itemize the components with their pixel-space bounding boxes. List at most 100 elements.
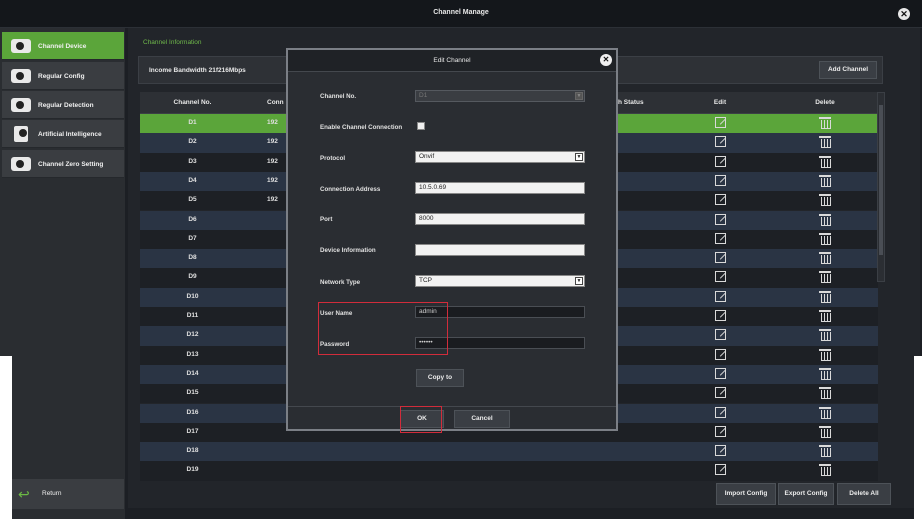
network-type-select[interactable]: TCP ▼ [415,275,585,287]
sidebar-item-regular-detection[interactable]: Regular Detection [2,91,124,119]
device-information-input[interactable] [415,244,585,256]
import-config-button[interactable]: Import Config [716,483,776,505]
channel-no-cell: D19 [186,466,199,474]
copy-to-button[interactable]: Copy to [416,369,464,387]
edit-icon[interactable] [715,464,726,476]
cancel-button[interactable]: Cancel [454,410,510,428]
trash-icon[interactable] [819,155,831,168]
port-label: Port [320,216,333,223]
enable-connection-checkbox[interactable] [417,122,425,130]
chevron-down-icon: ▼ [575,277,583,285]
channel-no-cell: D6 [188,215,197,223]
return-button[interactable]: ↩ Return [2,479,124,509]
trash-icon[interactable] [819,310,831,322]
dialog-header: Edit Channel ✕ [288,50,616,72]
connection-address-label: Connection Address [320,186,381,193]
sidebar-item-channel-zero-setting[interactable]: Channel Zero Setting [2,150,124,178]
trash-icon[interactable] [819,387,831,400]
edit-icon[interactable] [715,252,726,264]
delete-all-button[interactable]: Delete All [837,483,891,505]
edit-icon[interactable] [715,290,726,302]
channel-no-cell: D1 [188,119,197,126]
edit-icon[interactable] [715,155,726,167]
bandwidth-text: Income Bandwidth 21f216Mbps [149,67,246,74]
channel-no-cell: D10 [186,292,199,300]
title-bar: Channel Manage ✕ [0,0,922,28]
export-config-button[interactable]: Export Config [778,483,834,505]
trash-icon[interactable] [819,232,831,245]
edit-icon[interactable] [715,348,726,360]
trash-icon[interactable] [819,329,831,342]
channel-no-select: D1 ▼ [415,90,585,102]
edit-icon[interactable] [715,310,726,321]
trash-icon[interactable] [819,445,831,458]
protocol-label: Protocol [320,155,346,162]
dialog-divider [288,406,616,407]
channel-no-cell: D16 [186,408,199,416]
edit-icon[interactable] [715,174,726,186]
trash-icon[interactable] [819,367,831,380]
chevron-down-icon: ▼ [575,92,583,100]
protocol-select[interactable]: Onvif ▼ [415,151,585,163]
channel-no-cell: D8 [188,254,197,262]
trash-icon[interactable] [819,348,831,361]
edit-channel-dialog: Edit Channel ✕ Channel No. D1 ▼ Enable C… [286,48,618,433]
ai-icon [14,126,28,142]
edit-icon[interactable] [715,136,726,148]
trash-icon[interactable] [819,290,831,303]
trash-icon[interactable] [819,136,831,149]
trash-icon[interactable] [819,117,831,129]
enable-connection-label: Enable Channel Connection [320,124,403,131]
camera-icon [11,98,31,112]
return-label: Return [42,490,62,497]
highlight-box-credentials [318,302,448,355]
network-type-value: TCP [419,277,432,284]
edit-icon[interactable] [715,117,726,128]
trash-icon[interactable] [819,252,831,265]
sidebar-item-label: Artificial Intelligence [38,131,102,138]
edit-icon[interactable] [715,194,726,206]
edit-icon[interactable] [715,367,726,379]
connection-cell: 192 [267,119,278,126]
channel-no-cell: D3 [188,157,197,165]
trash-icon[interactable] [819,425,831,438]
image-border [0,356,12,519]
edit-icon[interactable] [715,445,726,457]
table-row[interactable]: D18 [140,442,878,462]
sidebar-item-regular-config[interactable]: Regular Config [2,62,124,90]
edit-icon[interactable] [715,329,726,341]
trash-icon[interactable] [819,464,831,477]
trash-icon[interactable] [819,406,831,419]
edit-icon[interactable] [715,406,726,418]
trash-icon[interactable] [819,271,831,284]
add-channel-button[interactable]: Add Channel [819,61,877,79]
channel-no-cell: D9 [188,273,197,281]
table-row[interactable]: D19 [140,461,878,481]
sidebar-item-artificial-intelligence[interactable]: Artificial Intelligence [2,120,124,148]
trash-icon[interactable] [819,213,831,226]
channel-no-cell: D4 [188,176,197,184]
connection-address-input[interactable]: 10.5.0.69 [415,182,585,194]
port-input[interactable]: 8000 [415,213,585,225]
close-icon[interactable]: ✕ [898,8,910,20]
scrollbar-thumb[interactable] [879,105,883,255]
edit-icon[interactable] [715,271,726,283]
edit-icon[interactable] [715,232,726,244]
column-header-edit: Edit [713,99,727,106]
dialog-title: Edit Channel [433,57,471,64]
close-icon[interactable]: ✕ [600,54,612,66]
edit-icon[interactable] [715,387,726,399]
chevron-down-icon: ▼ [575,153,583,161]
window-title: Channel Manage [433,9,489,16]
sidebar-item-channel-device[interactable]: Channel Device [2,32,124,60]
camera-icon [11,69,31,83]
table-scrollbar[interactable] [877,92,885,282]
trash-icon[interactable] [819,194,831,207]
edit-icon[interactable] [715,425,726,437]
image-border [914,356,922,519]
camera-icon [11,157,31,171]
trash-icon[interactable] [819,174,831,187]
channel-no-value: D1 [419,92,428,99]
channel-no-cell: D14 [186,369,199,377]
edit-icon[interactable] [715,213,726,225]
